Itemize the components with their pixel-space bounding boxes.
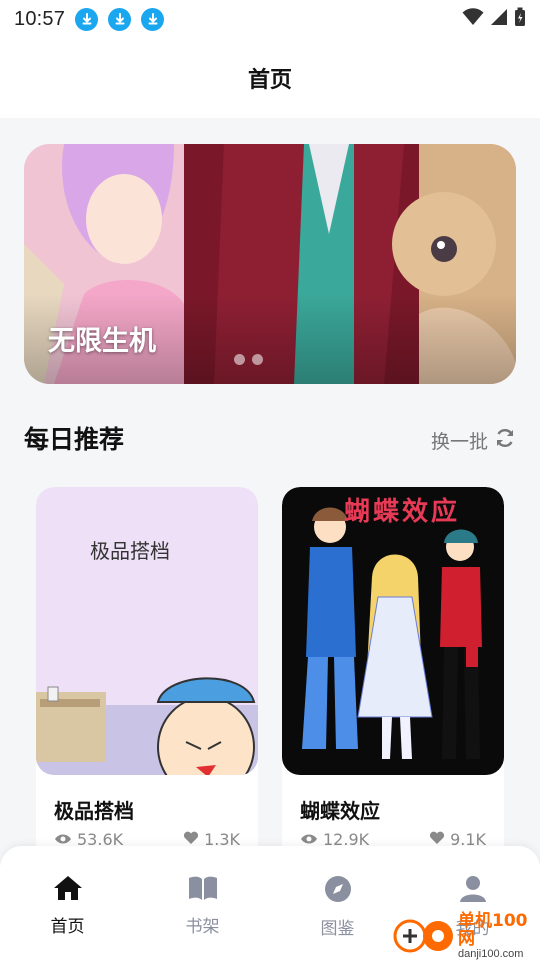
comic-card[interactable]: 极品搭档 极品搭档 53.6K 1.3K (36, 487, 258, 867)
comic-cover[interactable]: 蝴蝶效应 (282, 487, 504, 775)
nav-label: 首页 (50, 917, 85, 937)
page-header: 首页 (0, 38, 540, 118)
signal-icon (490, 8, 508, 30)
battery-icon (514, 7, 526, 31)
comic-title[interactable]: 蝴蝶效应 (300, 795, 380, 824)
refresh-label: 换一批 (430, 431, 488, 453)
watermark: 单机100网 danji100.com (392, 911, 540, 960)
comic-title[interactable]: 极品搭档 (54, 795, 134, 824)
carousel-dot[interactable] (234, 354, 245, 365)
nav-item-home[interactable]: 首页 (0, 846, 135, 960)
banner-carousel[interactable]: 无限生机 (24, 144, 516, 384)
nav-item-gallery[interactable]: 图鉴 (270, 846, 405, 960)
book-icon (187, 874, 219, 906)
refresh-button[interactable]: 换一批 (431, 427, 516, 454)
download-icon (75, 7, 99, 31)
compass-icon (323, 874, 353, 908)
comic-cover[interactable]: 极品搭档 (36, 487, 258, 775)
user-icon (458, 874, 488, 908)
download-icon (141, 7, 165, 31)
nav-label: 图鉴 (320, 919, 355, 939)
cover-title: 蝴蝶效应 (344, 497, 461, 527)
cover-title: 极品搭档 (90, 539, 170, 563)
status-bar: 10:57 (0, 0, 540, 38)
section-title: 每日推荐 (24, 425, 125, 454)
carousel-dot[interactable] (252, 354, 263, 365)
page-title: 首页 (247, 68, 292, 93)
nav-label: 书架 (185, 917, 220, 937)
comic-card[interactable]: 蝴蝶效应 蝴蝶效应 12.9K 9.1K (282, 487, 504, 867)
carousel-indicator (234, 354, 263, 365)
download-icon (108, 7, 132, 31)
refresh-icon (494, 427, 516, 454)
watermark-logo-icon (392, 914, 458, 958)
banner-title[interactable]: 无限生机 (48, 319, 156, 358)
watermark-url: danji100.com (458, 948, 524, 960)
wifi-icon (462, 8, 484, 30)
home-icon (52, 874, 84, 906)
status-time: 10:57 (14, 7, 66, 30)
nav-item-bookshelf[interactable]: 书架 (135, 846, 270, 960)
watermark-text: 单机100网 (458, 911, 528, 949)
